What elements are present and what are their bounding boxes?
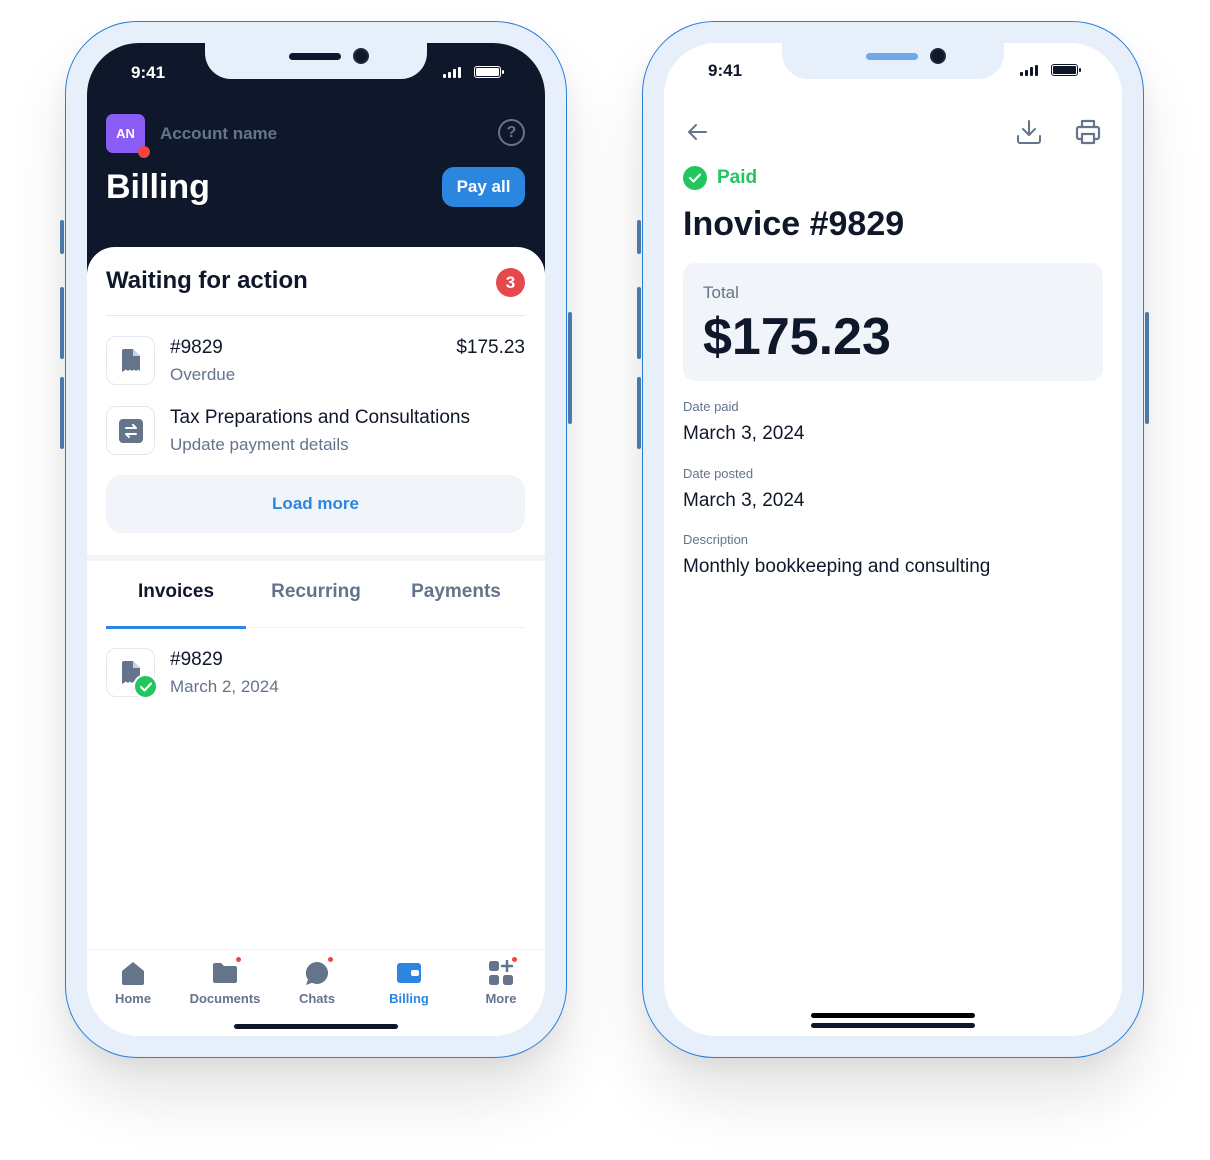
- load-more-button[interactable]: Load more: [106, 475, 525, 533]
- phone-invoice: 9:41 Paid Inovice #9829 Total $175.23 Da…: [637, 21, 1149, 1058]
- more-grid-icon: [488, 957, 517, 986]
- nav-home[interactable]: Home: [87, 960, 179, 1006]
- date-paid-label: Date paid: [683, 399, 739, 414]
- bottom-navigation: Home Documents Chats Billing More: [87, 949, 545, 1036]
- speaker: [866, 53, 918, 60]
- page-title: Billing: [106, 168, 210, 206]
- invoice-screen: 9:41 Paid Inovice #9829 Total $175.23 Da…: [664, 43, 1122, 1036]
- nav-label: Home: [114, 991, 152, 1006]
- notification-dot: [328, 957, 333, 962]
- active-tab-indicator: [106, 626, 246, 629]
- status-time: 9:41: [131, 63, 166, 82]
- paid-check-icon: [133, 674, 158, 699]
- count-badge: 3: [496, 268, 525, 297]
- home-indicator[interactable]: [234, 1024, 398, 1029]
- date-paid-value: March 3, 2024: [683, 423, 805, 444]
- back-arrow-icon[interactable]: [683, 117, 713, 147]
- camera: [353, 48, 369, 64]
- item-title: Tax Preparations and Consultations: [170, 407, 470, 428]
- date-posted-value: March 3, 2024: [683, 490, 805, 511]
- power-button: [1145, 312, 1149, 424]
- notch: [782, 43, 1004, 79]
- billing-header: 9:41 AN Account name ? Billing Pay all: [87, 43, 545, 273]
- pay-all-button[interactable]: Pay all: [442, 167, 525, 207]
- phone-billing: 9:41 AN Account name ? Billing Pay all W…: [60, 21, 572, 1058]
- item-subtitle: Update payment details: [170, 435, 349, 454]
- tab-recurring[interactable]: Recurring: [246, 581, 386, 603]
- item-subtitle: Overdue: [170, 365, 236, 384]
- nav-documents[interactable]: Documents: [179, 957, 271, 1006]
- waiting-for-action-card: Waiting for action 3 #9829 Overdue $175.…: [87, 247, 545, 555]
- notification-dot: [236, 957, 241, 962]
- date-posted-label: Date posted: [683, 466, 754, 481]
- nav-chats[interactable]: Chats: [271, 957, 363, 1006]
- item-title: #9829: [170, 337, 223, 358]
- divider: [106, 315, 525, 316]
- invoice-title: Inovice #9829: [683, 205, 905, 243]
- speaker: [289, 53, 341, 60]
- nav-label: Billing: [389, 991, 429, 1006]
- invoice-row[interactable]: #9829 March 2, 2024: [106, 648, 525, 699]
- action-item[interactable]: Tax Preparations and Consultations Updat…: [106, 406, 525, 456]
- nav-label: More: [485, 991, 517, 1006]
- download-icon[interactable]: [1014, 117, 1044, 147]
- volume-up-button: [60, 287, 64, 359]
- nav-more[interactable]: More: [455, 957, 545, 1006]
- nav-label: Documents: [189, 991, 261, 1006]
- home-indicator[interactable]: [811, 1013, 975, 1018]
- billing-screen: 9:41 AN Account name ? Billing Pay all W…: [87, 43, 545, 1036]
- nav-billing[interactable]: Billing: [363, 960, 455, 1006]
- invoice-number: #9829: [170, 649, 223, 670]
- mute-switch: [637, 220, 641, 254]
- action-item[interactable]: #9829 Overdue $175.23: [106, 336, 525, 386]
- help-icon[interactable]: ?: [498, 119, 525, 146]
- folder-icon: [212, 957, 241, 986]
- battery-icon: [474, 66, 504, 78]
- check-circle-icon: [683, 166, 707, 190]
- signal-icon: [1020, 65, 1038, 76]
- power-button: [568, 312, 572, 424]
- avatar-initials: AN: [116, 126, 135, 141]
- status-text: Paid: [717, 167, 758, 188]
- total-card: Total $175.23: [683, 263, 1103, 381]
- avatar[interactable]: AN: [106, 114, 150, 158]
- tab-invoices[interactable]: Invoices: [106, 581, 246, 603]
- signal-icon: [443, 67, 461, 78]
- tab-bar: Invoices Recurring Payments: [106, 561, 526, 629]
- section-title: Waiting for action: [106, 267, 308, 294]
- mute-switch: [60, 220, 64, 254]
- invoice-date: March 2, 2024: [170, 677, 279, 696]
- camera: [930, 48, 946, 64]
- item-amount: $175.23: [456, 337, 525, 358]
- invoice-icon: [106, 336, 155, 385]
- volume-up-button: [637, 287, 641, 359]
- description-label: Description: [683, 532, 749, 547]
- home-icon: [120, 960, 146, 986]
- total-label: Total: [703, 283, 739, 302]
- volume-down-button: [60, 377, 64, 449]
- description-value: Monthly bookkeeping and consulting: [683, 556, 991, 577]
- account-name[interactable]: Account name: [160, 124, 277, 144]
- battery-icon: [1051, 64, 1081, 76]
- home-indicator-shadow: [811, 1023, 975, 1028]
- tab-payments[interactable]: Payments: [386, 581, 526, 603]
- status-time: 9:41: [708, 61, 743, 80]
- volume-down-button: [637, 377, 641, 449]
- print-icon[interactable]: [1073, 117, 1103, 147]
- total-amount: $175.23: [703, 308, 891, 366]
- notification-dot: [138, 146, 150, 158]
- wallet-icon: [396, 960, 422, 986]
- nav-label: Chats: [298, 991, 336, 1006]
- chat-icon: [304, 957, 333, 986]
- recurring-icon: [106, 406, 155, 455]
- notch: [205, 43, 427, 79]
- notification-dot: [512, 957, 517, 962]
- status-badge: Paid: [683, 166, 757, 190]
